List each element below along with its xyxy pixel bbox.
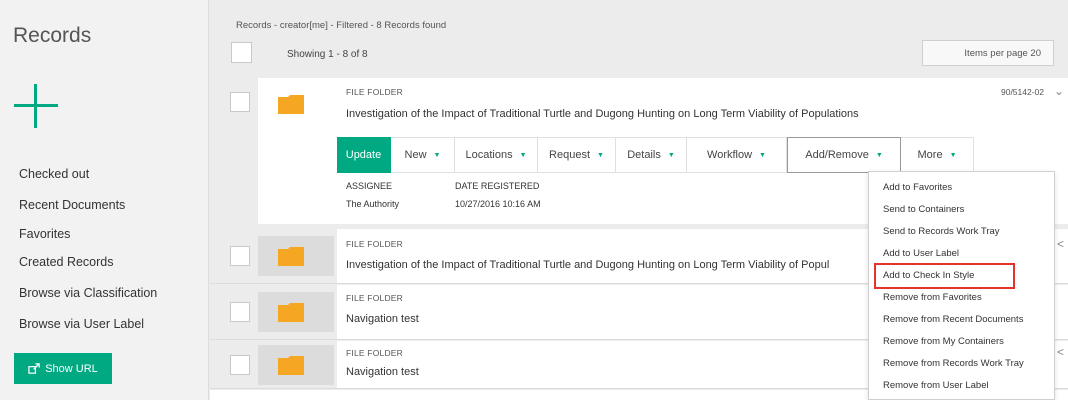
date-registered-heading: DATE REGISTERED bbox=[455, 181, 540, 191]
record-type: FILE FOLDER bbox=[346, 293, 403, 303]
record-action-bar: Update New ▼ Locations ▼ Request ▼ Details ▼… bbox=[337, 137, 974, 173]
locations-button[interactable]: Locations ▼ bbox=[455, 137, 538, 173]
items-per-page-select[interactable]: Items per page 20 bbox=[922, 40, 1054, 66]
request-button[interactable]: Request ▼ bbox=[538, 137, 616, 173]
menu-item-add-to-favorites[interactable]: Add to Favorites bbox=[869, 177, 1054, 199]
record-type: FILE FOLDER bbox=[346, 239, 403, 249]
sidebar-title: Records bbox=[13, 24, 92, 47]
menu-item-add-to-user-label[interactable]: Add to User Label bbox=[869, 243, 1054, 265]
menu-item-send-to-containers[interactable]: Send to Containers bbox=[869, 199, 1054, 221]
record-checkbox[interactable] bbox=[230, 355, 250, 375]
menu-item-remove-from-user-label[interactable]: Remove from User Label bbox=[869, 375, 1054, 397]
add-remove-menu: Add to Favorites Send to Containers Send… bbox=[868, 171, 1055, 400]
record-type: FILE FOLDER bbox=[346, 348, 403, 358]
sidebar-nav: Checked out Recent Documents Favorites C… bbox=[0, 159, 209, 340]
new-label: New bbox=[404, 149, 427, 161]
folder-icon bbox=[278, 246, 304, 266]
record-type: FILE FOLDER bbox=[346, 87, 403, 97]
sidebar-item-checked-out[interactable]: Checked out bbox=[0, 159, 209, 190]
details-button[interactable]: Details ▼ bbox=[616, 137, 687, 173]
record-number: 90/5142-02 bbox=[1000, 87, 1044, 97]
sidebar-item-created-records[interactable]: Created Records bbox=[0, 247, 209, 278]
sidebar: Records Checked out Recent Documents Fav… bbox=[0, 0, 209, 400]
showing-count: Showing 1 - 8 of 8 bbox=[287, 49, 368, 60]
record-title[interactable]: Navigation test bbox=[346, 313, 419, 325]
sidebar-item-browse-classification[interactable]: Browse via Classification bbox=[0, 278, 209, 309]
caret-down-icon: ▼ bbox=[949, 151, 957, 159]
new-button[interactable]: New ▼ bbox=[391, 137, 455, 173]
more-button[interactable]: More ▼ bbox=[901, 137, 974, 173]
caret-down-icon: ▼ bbox=[667, 151, 675, 159]
details-label: Details bbox=[627, 149, 661, 161]
record-title[interactable]: Investigation of the Impact of Tradition… bbox=[346, 108, 859, 120]
locations-label: Locations bbox=[465, 149, 513, 161]
caret-down-icon: ▼ bbox=[759, 151, 766, 159]
assignee-heading: ASSIGNEE bbox=[346, 181, 393, 191]
record-checkbox[interactable] bbox=[230, 92, 250, 112]
record-title[interactable]: Investigation of the Impact of Tradition… bbox=[346, 259, 829, 271]
show-url-label: Show URL bbox=[45, 362, 98, 375]
sidebar-item-recent-documents[interactable]: Recent Documents bbox=[0, 190, 209, 221]
link-icon bbox=[28, 363, 40, 374]
workflow-button[interactable]: Workflow ▼ bbox=[687, 137, 787, 173]
workflow-label: Workflow bbox=[707, 149, 753, 161]
assignee-value: The Authority bbox=[346, 199, 400, 209]
menu-item-remove-from-recent-documents[interactable]: Remove from Recent Documents bbox=[869, 309, 1054, 331]
chevron-left-icon[interactable]: < bbox=[1057, 345, 1064, 359]
chevron-left-icon[interactable]: < bbox=[1057, 237, 1064, 251]
menu-item-add-to-check-in-style[interactable]: Add to Check In Style bbox=[869, 265, 1054, 287]
caret-down-icon: ▼ bbox=[875, 151, 883, 159]
chevron-down-icon[interactable]: ⌄ bbox=[1054, 84, 1064, 98]
add-remove-button[interactable]: Add/Remove ▼ bbox=[787, 137, 901, 173]
more-label: More bbox=[917, 149, 943, 161]
sidebar-item-browse-user-label[interactable]: Browse via User Label bbox=[0, 309, 209, 340]
menu-item-remove-from-favorites[interactable]: Remove from Favorites bbox=[869, 287, 1054, 309]
folder-icon bbox=[278, 302, 304, 322]
caret-down-icon: ▼ bbox=[433, 151, 441, 159]
show-url-button[interactable]: Show URL bbox=[14, 353, 112, 384]
record-checkbox[interactable] bbox=[230, 246, 250, 266]
request-label: Request bbox=[549, 149, 591, 161]
menu-item-remove-from-records-work-tray[interactable]: Remove from Records Work Tray bbox=[869, 353, 1054, 375]
caret-down-icon: ▼ bbox=[519, 151, 527, 159]
add-record-icon[interactable] bbox=[14, 84, 58, 128]
record-checkbox[interactable] bbox=[230, 302, 250, 322]
results-summary: Records - creator[me] - Filtered - 8 Rec… bbox=[236, 20, 447, 31]
caret-down-icon: ▼ bbox=[597, 151, 604, 159]
menu-item-send-to-records-work-tray[interactable]: Send to Records Work Tray bbox=[869, 221, 1054, 243]
folder-icon bbox=[278, 355, 304, 375]
select-all-checkbox[interactable] bbox=[231, 42, 252, 63]
menu-item-remove-from-my-containers[interactable]: Remove from My Containers bbox=[869, 331, 1054, 353]
record-title[interactable]: Navigation test bbox=[346, 366, 419, 378]
update-label: Update bbox=[345, 149, 382, 161]
date-registered-value: 10/27/2016 10:16 AM bbox=[455, 199, 541, 209]
folder-icon bbox=[278, 94, 304, 114]
add-remove-label: Add/Remove bbox=[805, 149, 869, 161]
sidebar-item-favorites[interactable]: Favorites bbox=[0, 221, 209, 247]
update-button[interactable]: Update bbox=[337, 137, 391, 173]
